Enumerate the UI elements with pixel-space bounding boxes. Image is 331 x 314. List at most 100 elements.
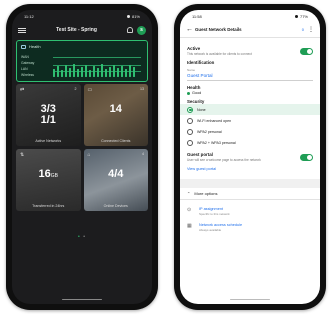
- view-guest-portal-link[interactable]: View guest portal: [187, 167, 313, 171]
- section-divider: [180, 179, 320, 188]
- transfer-value: 16: [38, 168, 51, 180]
- tile-badge: 4: [142, 152, 144, 156]
- menu-icon[interactable]: [18, 27, 26, 33]
- radio-icon: [187, 128, 193, 135]
- tile-transferred[interactable]: ⇅ 16GB Transferred in 24hrs: [16, 149, 81, 211]
- page-title: Guest Network Details: [195, 27, 242, 32]
- clients-icon: ▭: [87, 87, 93, 93]
- guest-portal-toggle[interactable]: [300, 153, 313, 161]
- status-battery: 81%: [131, 13, 140, 19]
- tile-value: 4/4: [108, 168, 124, 180]
- bell-icon[interactable]: [127, 27, 133, 33]
- access-schedule-title: Network access schedule: [199, 223, 243, 227]
- active-label: Active: [187, 46, 201, 51]
- guest-portal-label: Guest portal: [187, 152, 213, 157]
- notification-badge[interactable]: 0: [302, 27, 304, 32]
- health-row: Wireless: [21, 73, 34, 77]
- health-status: Good: [187, 91, 313, 95]
- more-menu-icon[interactable]: ⋮: [308, 26, 314, 33]
- health-value: Good: [192, 91, 202, 95]
- health-icon: [21, 44, 26, 49]
- security-option-enhanced-open[interactable]: Wi-Fi enhanced open: [187, 115, 313, 126]
- security-section: Security None Wi-Fi enhanced open WPA2 p…: [180, 99, 320, 148]
- location-pin-icon: ⊙: [187, 207, 192, 213]
- security-option-none[interactable]: None: [180, 104, 320, 115]
- back-arrow-icon[interactable]: ←: [186, 26, 195, 33]
- tile-online-devices[interactable]: ⌂ 4 4/4 Online Devices: [83, 149, 148, 211]
- status-bar: 11:58 77%: [180, 10, 320, 22]
- tile-badge: 13: [140, 87, 144, 91]
- calendar-icon: ▦: [187, 223, 192, 229]
- access-schedule-sub: Always available: [199, 228, 222, 232]
- guest-portal-sub: User will see a welcome page to access t…: [187, 158, 261, 162]
- radio-icon: [187, 117, 193, 124]
- health-card[interactable]: Health WAN Gateway LAN Wireless: [16, 40, 148, 82]
- identification-label: Identification: [187, 60, 215, 65]
- ip-assignment-sub: Specific to this network: [199, 212, 230, 216]
- app-header: Test Site - Spring s: [12, 22, 152, 38]
- transfer-unit: GB: [50, 173, 58, 179]
- page-indicator[interactable]: • •: [12, 234, 152, 240]
- option-label: None: [197, 107, 206, 112]
- network-details-screen: 11:58 77% ← Guest Network Details 0 ⋮ Ac…: [180, 10, 320, 304]
- name-field[interactable]: Guest Portal: [187, 73, 313, 81]
- more-options-row[interactable]: ⌃ More options: [180, 188, 320, 200]
- identification-section: Identification Name Guest Portal: [187, 60, 313, 81]
- tile-caption: Connected Clients: [101, 139, 131, 143]
- wifi-icon: [294, 14, 298, 18]
- ip-assignment-title: IP assignment: [199, 207, 223, 211]
- devices-icon: ⌂: [87, 152, 91, 158]
- health-title: Health: [29, 44, 41, 49]
- status-time: 11:12: [24, 13, 34, 19]
- health-graph: [53, 53, 141, 77]
- tile-active-networks[interactable]: ⇄ 2 3/3 1/1 Active Networks: [16, 84, 81, 146]
- health-header: Health: [21, 44, 143, 49]
- guest-portal-row: Guest portal User will see a welcome pag…: [187, 152, 313, 162]
- details-body: Active This network is available for cli…: [180, 38, 320, 236]
- health-rows: WAN Gateway LAN Wireless: [21, 54, 34, 78]
- wifi-icon: [126, 14, 130, 18]
- option-label: WPA2 + WPA3 personal: [197, 140, 236, 145]
- option-label: Wi-Fi enhanced open: [197, 118, 232, 123]
- status-bar: 11:12 81%: [12, 10, 152, 22]
- home-indicator[interactable]: [230, 298, 270, 300]
- avatar[interactable]: s: [137, 25, 146, 35]
- tile-caption: Active Networks: [35, 139, 62, 143]
- status-icons: 81%: [126, 13, 140, 19]
- status-dot-icon: [187, 91, 190, 95]
- tile-caption: Online Devices: [103, 204, 128, 208]
- health-section: Health Good: [187, 85, 313, 95]
- home-indicator[interactable]: [62, 298, 102, 300]
- dashboard-screen: 11:12 81% Test Site - Spring s Health WA…: [12, 10, 152, 304]
- access-schedule-item[interactable]: ▦ Network access schedule Always availab…: [187, 223, 313, 232]
- radio-icon: [187, 139, 193, 146]
- ip-assignment-item[interactable]: ⊙ IP assignment Specific to this network: [187, 207, 313, 216]
- security-option-wpa2-wpa3[interactable]: WPA2 + WPA3 personal: [187, 137, 313, 148]
- tile-value: 3/3 1/1: [40, 103, 56, 126]
- security-option-wpa2[interactable]: WPA2 personal: [187, 126, 313, 137]
- status-icons: 77%: [294, 13, 308, 19]
- details-header: ← Guest Network Details 0 ⋮: [180, 22, 320, 38]
- name-field-caption: Name: [187, 68, 196, 72]
- status-time: 11:58: [192, 13, 202, 19]
- status-battery: 77%: [299, 13, 308, 19]
- phone-left: 11:12 81% Test Site - Spring s Health WA…: [6, 4, 158, 310]
- active-sub: This network is available for clients to…: [187, 52, 252, 56]
- tile-connected-clients[interactable]: ▭ 13 14 Connected Clients: [83, 84, 148, 146]
- radio-selected-icon: [187, 106, 193, 113]
- tile-badge: 2: [74, 87, 77, 91]
- transfer-icon: ⇅: [20, 152, 25, 158]
- chevron-up-icon: ⌃: [187, 191, 191, 196]
- active-row: Active This network is available for cli…: [187, 46, 313, 56]
- active-toggle[interactable]: [300, 47, 313, 55]
- health-label: Health: [187, 85, 201, 90]
- summary-tiles: ⇄ 2 3/3 1/1 Active Networks ▭ 13 14 Conne…: [16, 84, 148, 211]
- tile-caption: Transferred in 24hrs: [32, 204, 65, 208]
- option-label: WPA2 personal: [197, 129, 222, 134]
- tile-value: 14: [109, 103, 122, 115]
- network-icon: ⇄: [20, 87, 25, 93]
- phone-right: 11:58 77% ← Guest Network Details 0 ⋮ Ac…: [174, 4, 326, 310]
- site-title[interactable]: Test Site - Spring: [26, 27, 127, 33]
- tile-value: 16GB: [16, 169, 81, 182]
- more-options-label: More options: [194, 191, 218, 196]
